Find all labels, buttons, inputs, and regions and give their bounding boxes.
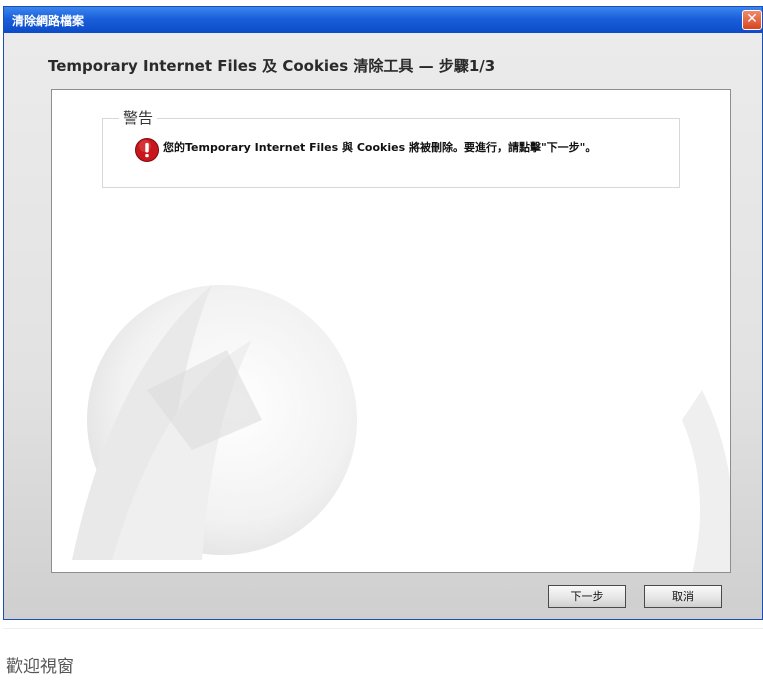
figure-caption: 歡迎視窗 xyxy=(6,657,74,677)
warning-message: 您的Temporary Internet Files 與 Cookies 將被刪… xyxy=(163,141,597,154)
warning-legend: 警告 xyxy=(119,107,158,128)
exclamation-icon xyxy=(135,138,159,162)
close-button[interactable]: ✕ xyxy=(742,10,762,30)
close-icon: ✕ xyxy=(746,11,758,27)
cleanup-dialog-window: 清除網路檔案 ✕ Temporary Internet Files 及 Cook… xyxy=(3,6,763,620)
button-bar: 下一步 取消 xyxy=(4,575,762,619)
title-bar[interactable]: 清除網路檔案 ✕ xyxy=(4,7,762,33)
next-button[interactable]: 下一步 xyxy=(548,585,626,608)
content-panel: 警告 您的Temporary Internet Files 與 Cookies … xyxy=(51,89,731,573)
warning-groupbox: 警告 您的Temporary Internet Files 與 Cookies … xyxy=(102,107,680,188)
cancel-button[interactable]: 取消 xyxy=(644,585,722,608)
window-title: 清除網路檔案 xyxy=(12,14,85,28)
caption-divider xyxy=(3,628,763,629)
wizard-step-title: Temporary Internet Files 及 Cookies 清除工具 … xyxy=(48,57,496,75)
